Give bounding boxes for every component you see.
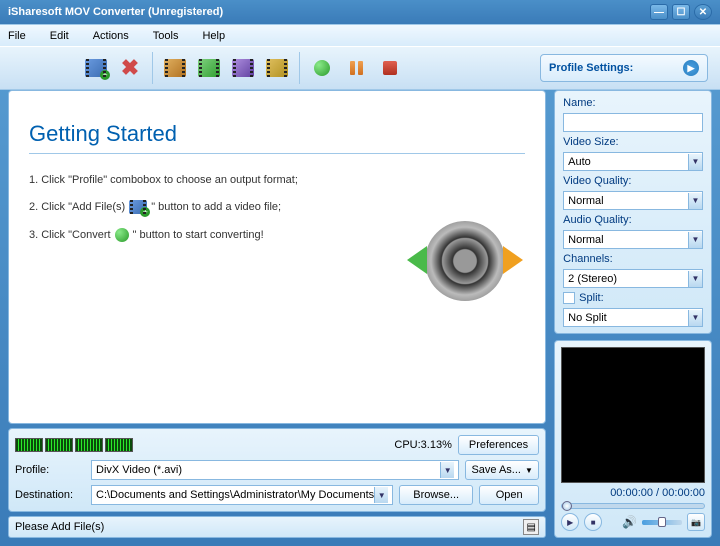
video-quality-label: Video Quality: xyxy=(563,175,703,187)
preview-panel: 00:00:00 / 00:00:00 ▶ ■ 🔊 📷 xyxy=(554,340,712,538)
effect-button[interactable] xyxy=(229,54,257,82)
menu-actions[interactable]: Actions xyxy=(93,30,129,42)
volume-thumb[interactable] xyxy=(658,517,666,527)
audio-quality-combobox[interactable]: Normal▼ xyxy=(563,230,703,249)
stop-icon xyxy=(383,61,397,75)
pause-button[interactable] xyxy=(342,54,370,82)
crop-button[interactable] xyxy=(195,54,223,82)
profile-settings-toggle[interactable]: Profile Settings: ▶ xyxy=(540,54,708,82)
menu-bar: File Edit Actions Tools Help xyxy=(0,24,720,46)
seek-thumb[interactable] xyxy=(562,501,572,511)
open-button[interactable]: Open xyxy=(479,485,539,505)
audio-quality-label: Audio Quality: xyxy=(563,214,703,226)
destination-combobox[interactable]: C:\Documents and Settings\Administrator\… xyxy=(91,485,393,505)
x-icon: ✖ xyxy=(121,55,139,81)
bottom-controls: CPU:3.13% Preferences Profile: DivX Vide… xyxy=(8,428,546,512)
close-button[interactable]: ✕ xyxy=(694,4,712,20)
snapshot-button[interactable]: 📷 xyxy=(687,513,705,531)
chevron-down-icon: ▼ xyxy=(525,466,533,475)
seek-slider[interactable] xyxy=(561,503,705,509)
cpu-label: CPU:3.13% xyxy=(394,439,451,451)
preview-screen xyxy=(561,347,705,483)
status-text: Please Add File(s) xyxy=(15,521,104,533)
remove-file-button[interactable]: ✖ xyxy=(116,54,144,82)
video-quality-combobox[interactable]: Normal▼ xyxy=(563,191,703,210)
menu-edit[interactable]: Edit xyxy=(50,30,69,42)
channels-label: Channels: xyxy=(563,253,703,265)
menu-file[interactable]: File xyxy=(8,30,26,42)
window-buttons: — ☐ ✕ xyxy=(650,4,712,20)
channels-combobox[interactable]: 2 (Stereo)▼ xyxy=(563,269,703,288)
preview-stop-button[interactable]: ■ xyxy=(584,513,602,531)
vu-meter xyxy=(15,438,133,452)
menu-help[interactable]: Help xyxy=(202,30,225,42)
profile-label: Profile: xyxy=(15,464,85,476)
step-1: 1. Click "Profile" combobox to choose an… xyxy=(29,174,525,186)
list-view-icon[interactable]: ▤ xyxy=(523,519,539,535)
profile-value: DivX Video (*.avi) xyxy=(96,464,182,476)
chevron-down-icon: ▼ xyxy=(688,310,702,326)
convert-button[interactable] xyxy=(308,54,336,82)
split-label: Split: xyxy=(579,292,603,304)
merge-button[interactable] xyxy=(263,54,291,82)
preferences-button[interactable]: Preferences xyxy=(458,435,539,455)
getting-started-title: Getting Started xyxy=(29,121,525,154)
preview-time: 00:00:00 / 00:00:00 xyxy=(610,487,705,499)
maximize-button[interactable]: ☐ xyxy=(672,4,690,20)
split-combobox[interactable]: No Split▼ xyxy=(563,308,703,327)
volume-icon[interactable]: 🔊 xyxy=(622,515,637,529)
menu-tools[interactable]: Tools xyxy=(153,30,179,42)
window-title: iSharesoft MOV Converter (Unregistered) xyxy=(8,6,650,18)
main-panel: Getting Started 1. Click "Profile" combo… xyxy=(8,90,546,424)
name-label: Name: xyxy=(563,97,703,109)
trim-button[interactable] xyxy=(161,54,189,82)
separator xyxy=(299,52,300,84)
video-size-label: Video Size: xyxy=(563,136,703,148)
volume-slider[interactable] xyxy=(642,520,682,525)
name-input[interactable] xyxy=(563,113,703,132)
chevron-down-icon: ▼ xyxy=(374,487,388,503)
chevron-down-icon: ▼ xyxy=(688,232,702,248)
destination-label: Destination: xyxy=(15,489,85,501)
minimize-button[interactable]: — xyxy=(650,4,668,20)
chevron-down-icon: ▼ xyxy=(688,271,702,287)
chevron-down-icon: ▼ xyxy=(440,462,454,478)
browse-button[interactable]: Browse... xyxy=(399,485,473,505)
arrow-right-icon: ▶ xyxy=(683,60,699,76)
stop-button[interactable] xyxy=(376,54,404,82)
destination-value: C:\Documents and Settings\Administrator\… xyxy=(96,489,374,501)
profile-combobox[interactable]: DivX Video (*.avi) ▼ xyxy=(91,460,459,480)
save-as-button[interactable]: Save As... ▼ xyxy=(465,460,539,480)
separator xyxy=(152,52,153,84)
title-bar: iSharesoft MOV Converter (Unregistered) … xyxy=(0,0,720,24)
profile-settings-label: Profile Settings: xyxy=(549,62,633,74)
preview-play-button[interactable]: ▶ xyxy=(561,513,579,531)
status-bar: Please Add File(s) ▤ xyxy=(8,516,546,538)
video-size-combobox[interactable]: Auto▼ xyxy=(563,152,703,171)
pause-icon xyxy=(350,61,363,75)
film-reel-graphic-icon xyxy=(415,211,515,311)
toolbar: + ✖ Profile Settings: ▶ xyxy=(0,46,720,90)
profile-settings-panel: Name: Video Size: Auto▼ Video Quality: N… xyxy=(554,90,712,334)
chevron-down-icon: ▼ xyxy=(688,154,702,170)
add-file-button[interactable]: + xyxy=(82,54,110,82)
split-checkbox[interactable] xyxy=(563,292,575,304)
play-icon xyxy=(314,60,330,76)
chevron-down-icon: ▼ xyxy=(688,193,702,209)
